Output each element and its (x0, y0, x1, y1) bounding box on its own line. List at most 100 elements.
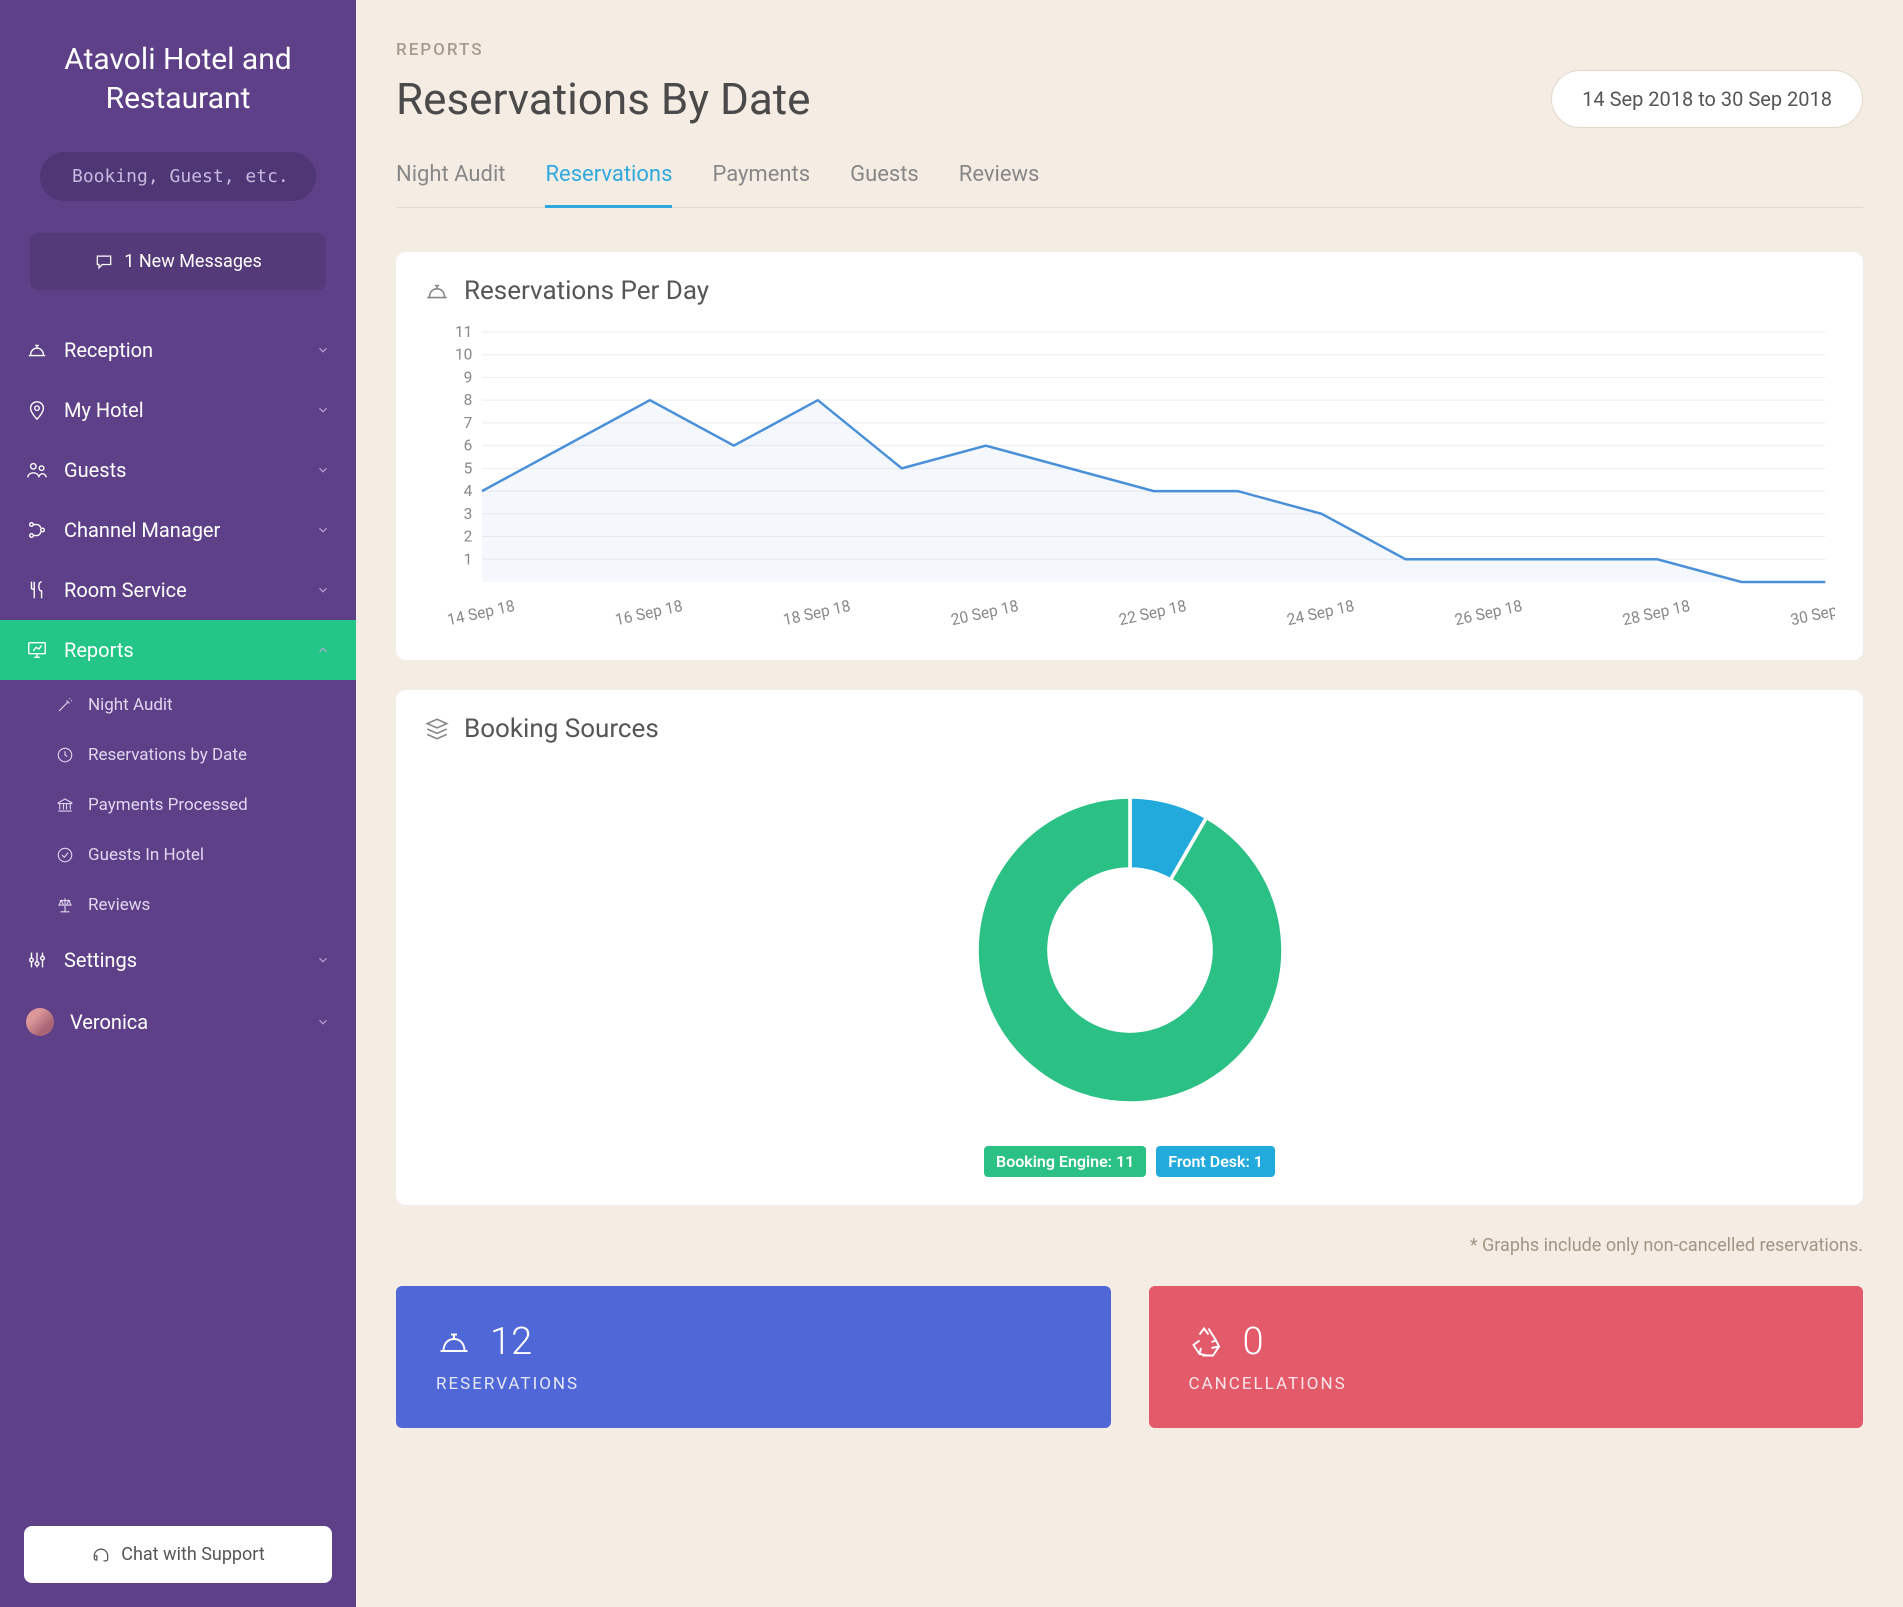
messages-button[interactable]: 1 New Messages (30, 233, 326, 290)
svg-text:1: 1 (464, 549, 473, 568)
chat-support-button[interactable]: Chat with Support (24, 1526, 332, 1583)
sidebar-sub-label: Guests In Hotel (88, 845, 204, 865)
stat-label: RESERVATIONS (436, 1374, 1071, 1394)
recycle-icon (1189, 1324, 1225, 1360)
chevron-down-icon (316, 523, 330, 537)
bank-icon (56, 796, 74, 814)
sidebar-sub-reservations-by-date[interactable]: Reservations by Date (0, 730, 356, 780)
svg-text:20 Sep 18: 20 Sep 18 (949, 596, 1020, 630)
wand-icon (56, 696, 74, 714)
headset-icon (91, 1545, 111, 1565)
sidebar-sub-guests-in-hotel[interactable]: Guests In Hotel (0, 830, 356, 880)
svg-text:22 Sep 18: 22 Sep 18 (1117, 596, 1188, 630)
stat-value: 0 (1243, 1320, 1264, 1364)
chevron-up-icon (316, 643, 330, 657)
clock-icon (56, 746, 74, 764)
chevron-down-icon (316, 1015, 330, 1029)
svg-text:8: 8 (464, 390, 473, 409)
sidebar-item-label: Channel Manager (64, 518, 220, 542)
sidebar-item-channel-manager[interactable]: Channel Manager (0, 500, 356, 560)
sidebar-sub-label: Reservations by Date (88, 745, 247, 765)
sidebar-item-reception[interactable]: Reception (0, 320, 356, 380)
tab-guests[interactable]: Guests (850, 154, 919, 207)
hotel-name: Atavoli Hotel and Restaurant (0, 0, 356, 142)
tab-reviews[interactable]: Reviews (959, 154, 1040, 207)
svg-text:7: 7 (464, 413, 473, 432)
search-input[interactable] (72, 166, 304, 187)
svg-text:28 Sep 18: 28 Sep 18 (1621, 596, 1692, 630)
sidebar-item-reports[interactable]: Reports (0, 620, 356, 680)
utensils-icon (26, 579, 48, 601)
svg-text:5: 5 (464, 458, 473, 477)
main-content: REPORTS Reservations By Date 14 Sep 2018… (356, 0, 1903, 1607)
chevron-down-icon (316, 583, 330, 597)
sidebar-sub-reviews[interactable]: Reviews (0, 880, 356, 930)
sidebar-item-label: Reports (64, 638, 134, 662)
legend-front-desk: Front Desk: 1 (1156, 1146, 1275, 1177)
pin-icon (26, 399, 48, 421)
sidebar-item-my-hotel[interactable]: My Hotel (0, 380, 356, 440)
bell-icon (436, 1324, 472, 1360)
stat-label: CANCELLATIONS (1189, 1374, 1824, 1394)
breadcrumb: REPORTS (396, 40, 1863, 60)
legend-booking-engine: Booking Engine: 11 (984, 1146, 1146, 1177)
check-circle-icon (56, 846, 74, 864)
stat-reservations: 12 RESERVATIONS (396, 1286, 1111, 1428)
svg-text:3: 3 (464, 504, 473, 523)
sidebar-sub-night-audit[interactable]: Night Audit (0, 680, 356, 730)
sidebar-item-label: My Hotel (64, 398, 144, 422)
sidebar-item-label: Reception (64, 338, 153, 362)
bell-icon (424, 278, 450, 304)
presentation-icon (26, 639, 48, 661)
sidebar-sub-label: Night Audit (88, 695, 173, 715)
sidebar-item-settings[interactable]: Settings (0, 930, 356, 990)
sidebar-item-user[interactable]: Veronica (0, 990, 356, 1054)
sidebar-item-label: Room Service (64, 578, 187, 602)
sidebar-sub-payments-processed[interactable]: Payments Processed (0, 780, 356, 830)
card-reservations-per-day: Reservations Per Day 123456789101114 Sep… (396, 252, 1863, 660)
sidebar-item-room-service[interactable]: Room Service (0, 560, 356, 620)
svg-text:10: 10 (455, 344, 472, 363)
chart-legend: Booking Engine: 11 Front Desk: 1 (984, 1146, 1275, 1177)
tab-payments[interactable]: Payments (712, 154, 810, 207)
layers-icon (424, 716, 450, 742)
page-header: Reservations By Date 14 Sep 2018 to 30 S… (396, 70, 1863, 128)
card-title-text: Reservations Per Day (464, 276, 709, 306)
messages-button-label: 1 New Messages (124, 251, 262, 272)
svg-text:11: 11 (455, 322, 472, 341)
sidebar-sub-label: Payments Processed (88, 795, 248, 815)
sidebar: Atavoli Hotel and Restaurant 1 New Messa… (0, 0, 356, 1607)
search-box[interactable] (40, 152, 316, 201)
card-title-text: Booking Sources (464, 714, 659, 744)
scale-icon (56, 896, 74, 914)
svg-text:9: 9 (464, 367, 473, 386)
svg-text:16 Sep 18: 16 Sep 18 (613, 596, 684, 630)
tab-night-audit[interactable]: Night Audit (396, 154, 505, 207)
svg-text:6: 6 (464, 435, 473, 454)
chevron-down-icon (316, 403, 330, 417)
sidebar-item-label: Settings (64, 948, 137, 972)
svg-text:2: 2 (464, 526, 473, 545)
chevron-down-icon (316, 953, 330, 967)
line-chart: 123456789101114 Sep 1816 Sep 1818 Sep 18… (424, 322, 1835, 632)
people-icon (26, 459, 48, 481)
page-title: Reservations By Date (396, 73, 811, 125)
branch-icon (26, 519, 48, 541)
bell-icon (26, 339, 48, 361)
stat-cards: 12 RESERVATIONS 0 CANCELLATIONS (396, 1286, 1863, 1428)
nav: Reception My Hotel Guests Channel Manage… (0, 320, 356, 1502)
chevron-down-icon (316, 343, 330, 357)
avatar (26, 1008, 54, 1036)
chat-support-label: Chat with Support (121, 1544, 264, 1565)
card-booking-sources: Booking Sources Booking Engine: 11 Front… (396, 690, 1863, 1205)
date-range-picker[interactable]: 14 Sep 2018 to 30 Sep 2018 (1551, 70, 1863, 128)
tab-reservations[interactable]: Reservations (545, 154, 672, 207)
sidebar-item-guests[interactable]: Guests (0, 440, 356, 500)
sidebar-item-label: Veronica (70, 1010, 148, 1034)
chart-footnote: * Graphs include only non-cancelled rese… (396, 1235, 1863, 1256)
chevron-down-icon (316, 463, 330, 477)
sidebar-item-label: Guests (64, 458, 126, 482)
report-tabs: Night Audit Reservations Payments Guests… (396, 154, 1863, 208)
stat-cancellations: 0 CANCELLATIONS (1149, 1286, 1864, 1428)
svg-text:24 Sep 18: 24 Sep 18 (1285, 596, 1356, 630)
